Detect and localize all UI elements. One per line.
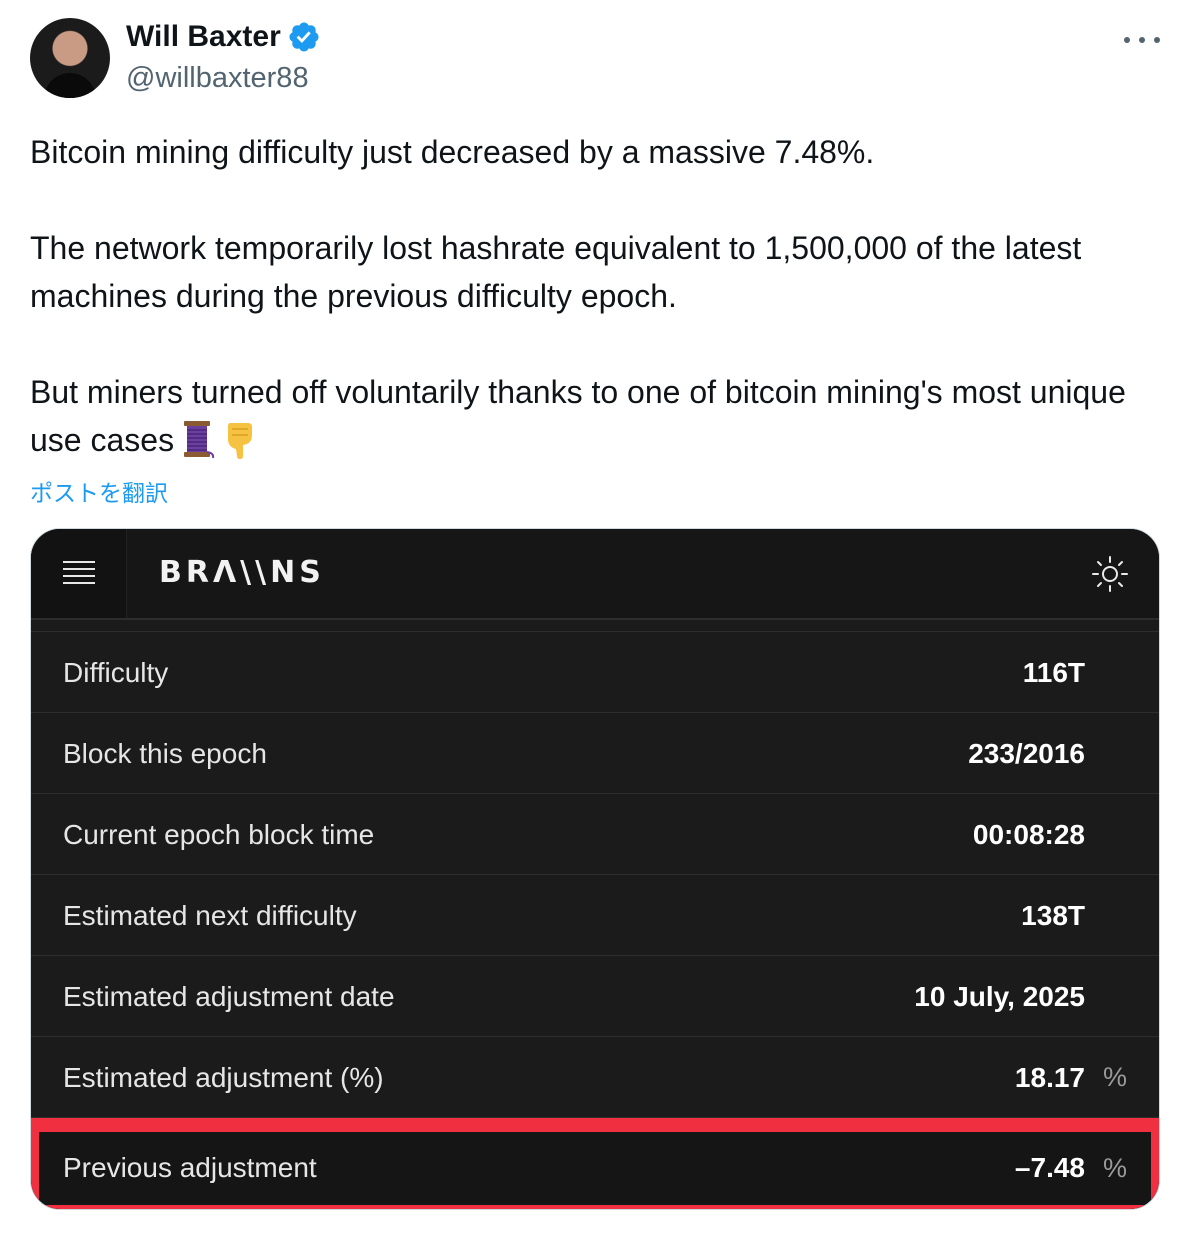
stat-label: Block this epoch (63, 738, 267, 769)
tweet-paragraph-3-wrapper: But miners turned off voluntarily thanks… (30, 368, 1165, 464)
verified-badge-icon (289, 22, 319, 52)
stat-row-estimated-adjustment-percent: Estimated adjustment (%) 18.17 % (31, 1037, 1159, 1118)
stat-label: Current epoch block time (63, 819, 375, 850)
tweet-paragraph-spacer (30, 320, 1165, 368)
theme-toggle-sun-icon[interactable] (1091, 555, 1129, 593)
pointing-down-icon (228, 423, 253, 459)
translate-post-link[interactable]: ポストを翻訳 (30, 474, 168, 508)
author-display-name[interactable]: Will Baxter (126, 20, 281, 54)
menu-panel (31, 529, 127, 618)
tweet-paragraph-spacer (30, 176, 1165, 224)
stat-row-estimated-next-difficulty: Estimated next difficulty 138T (31, 875, 1159, 956)
thread-spool-icon (184, 421, 215, 459)
media-card-screenshot[interactable]: BRΛ\\NS Difficulty 116T Block this epoch… (30, 528, 1160, 1210)
tweet-paragraph-1: Bitcoin mining difficulty just decreased… (30, 134, 875, 170)
tweet-paragraph-2: The network temporarily lost hashrate eq… (30, 230, 1091, 314)
stat-value: –7.48 (1014, 1152, 1085, 1183)
stat-label: Difficulty (63, 657, 169, 688)
author-name-row: Will Baxter (126, 20, 321, 54)
stat-label: Previous adjustment (63, 1152, 317, 1183)
stat-unit: % (1102, 1062, 1127, 1092)
stat-row-current-epoch-block-time: Current epoch block time 00:08:28 (31, 794, 1159, 875)
more-options-icon[interactable] (1124, 30, 1160, 50)
stat-row-block-this-epoch: Block this epoch 233/2016 (31, 713, 1159, 794)
author-handle[interactable]: @willbaxter88 (126, 62, 309, 95)
brand-logo: BRΛ\\NS (159, 555, 325, 590)
tweet-body: Bitcoin mining difficulty just decreased… (30, 128, 1165, 464)
stat-value: 18.17 (1014, 1062, 1085, 1093)
stat-unit: % (1102, 1153, 1127, 1183)
stat-value: 00:08:28 (972, 819, 1085, 850)
stat-value: 10 July, 2025 (914, 981, 1085, 1012)
stat-row-difficulty: Difficulty 116T (31, 632, 1159, 713)
stat-label: Estimated adjustment (%) (63, 1062, 384, 1093)
stat-row-previous-adjustment: Previous adjustment –7.48 % (31, 1118, 1159, 1209)
tweet-header: Will Baxter @willbaxter88 (30, 18, 1160, 98)
hamburger-menu-icon[interactable] (63, 561, 95, 585)
avatar[interactable] (30, 18, 110, 98)
difficulty-stats-table: Difficulty 116T Block this epoch 233/201… (31, 631, 1159, 1209)
stat-label: Estimated next difficulty (63, 900, 357, 931)
app-top-bar: BRΛ\\NS (31, 529, 1159, 620)
stat-row-estimated-adjustment-date: Estimated adjustment date 10 July, 2025 (31, 956, 1159, 1037)
stat-label: Estimated adjustment date (63, 981, 395, 1012)
stat-value: 116T (1022, 657, 1085, 688)
stat-value: 138T (1021, 900, 1085, 931)
stat-value: 233/2016 (968, 738, 1085, 769)
